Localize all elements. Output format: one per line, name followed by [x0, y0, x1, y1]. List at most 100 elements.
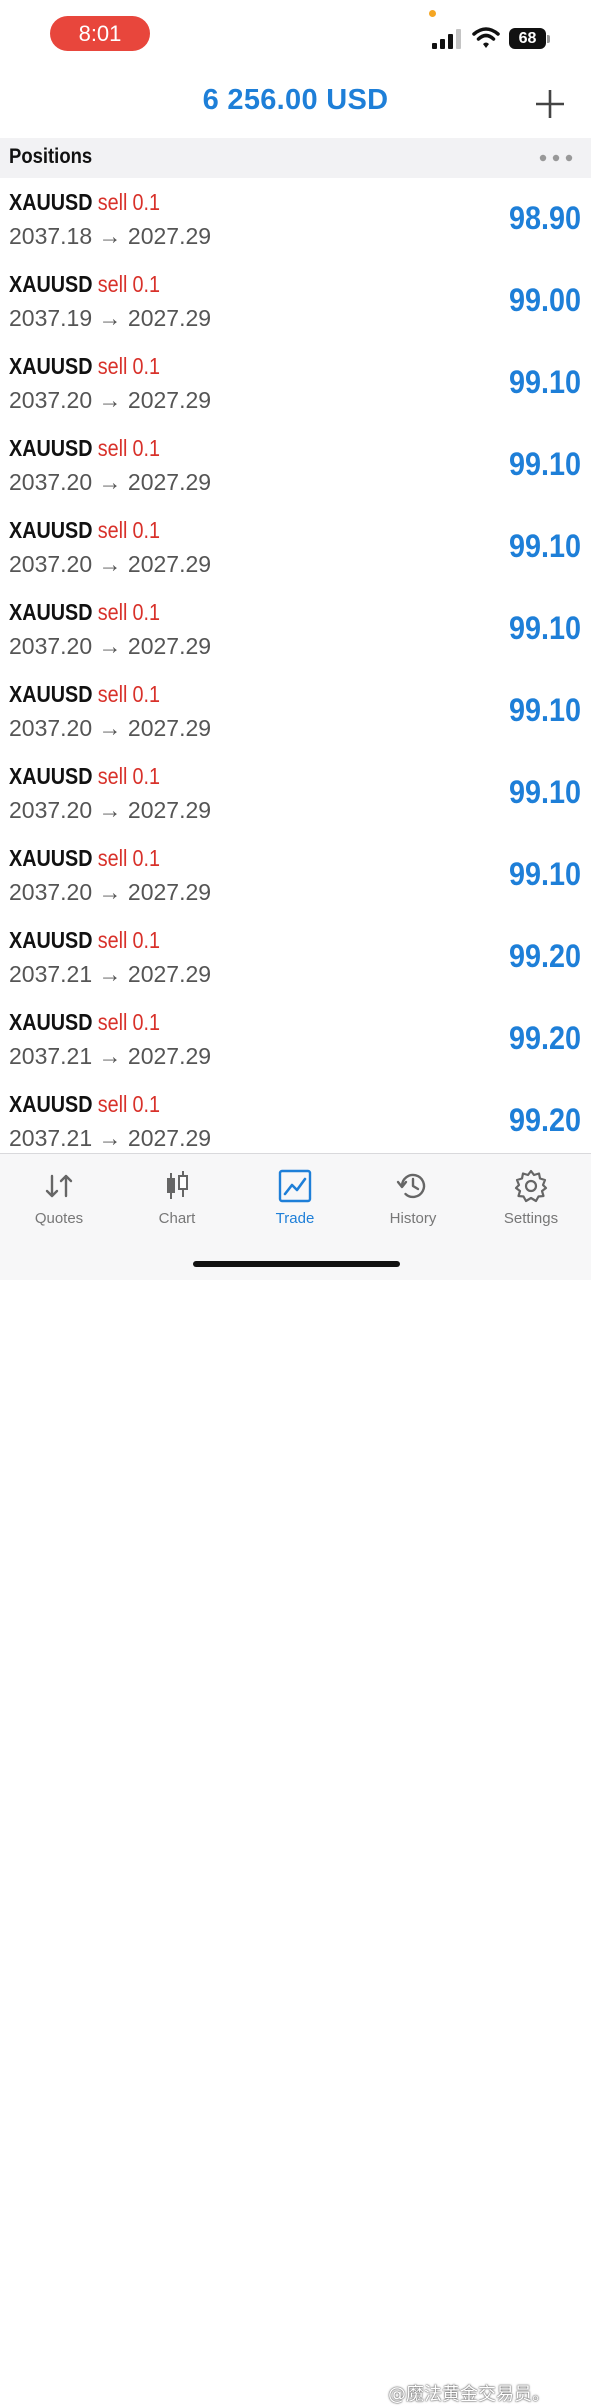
history-icon — [396, 1173, 426, 1199]
position-row[interactable]: XAUUSD sell 0.1 2037.20 → 2027.29 99.10 — [0, 342, 591, 424]
tab-label: Settings — [503, 1210, 559, 1227]
position-row[interactable]: XAUUSD sell 0.1 2037.21 → 2027.29 99.20 — [0, 916, 591, 998]
status-time: 8:01 — [50, 16, 150, 51]
signal-icon — [432, 29, 461, 49]
position-prices: 2037.20 → 2027.29 — [9, 551, 212, 577]
more-icon[interactable] — [537, 152, 575, 164]
position-title: XAUUSD sell 0.1 — [9, 189, 160, 216]
position-side: sell — [97, 189, 128, 215]
position-side: sell — [97, 435, 128, 461]
account-balance: 6 256.00 USD — [202, 84, 389, 116]
position-side: sell — [97, 763, 128, 789]
position-profit: 99.20 — [508, 938, 581, 974]
position-title: XAUUSD sell 0.1 — [9, 927, 160, 954]
position-side: sell — [97, 681, 128, 707]
chart-icon — [167, 1171, 188, 1199]
position-prices: 2037.20 → 2027.29 — [9, 469, 212, 495]
position-side: sell — [97, 927, 128, 953]
battery-level: 68 — [509, 28, 546, 49]
position-volume: 0.1 — [132, 845, 161, 871]
trade-icon — [278, 1169, 312, 1203]
position-profit: 99.20 — [508, 1020, 581, 1056]
position-volume: 0.1 — [132, 435, 161, 461]
position-prices: 2037.20 → 2027.29 — [9, 633, 212, 659]
position-volume: 0.1 — [132, 763, 161, 789]
position-side: sell — [97, 1091, 128, 1117]
position-row[interactable]: XAUUSD sell 0.1 2037.21 → 2027.29 99.20 — [0, 998, 591, 1080]
position-symbol: XAUUSD — [9, 763, 93, 789]
position-row[interactable]: XAUUSD sell 0.1 2037.20 → 2027.29 99.10 — [0, 834, 591, 916]
position-symbol: XAUUSD — [9, 1091, 93, 1117]
position-volume: 0.1 — [132, 681, 161, 707]
position-side: sell — [97, 599, 128, 625]
position-symbol: XAUUSD — [9, 845, 93, 871]
position-row[interactable]: XAUUSD sell 0.1 2037.20 → 2027.29 99.10 — [0, 424, 591, 506]
position-profit: 99.10 — [508, 364, 581, 400]
position-row[interactable]: XAUUSD sell 0.1 2037.19 → 2027.29 99.00 — [0, 260, 591, 342]
position-profit: 99.10 — [508, 446, 581, 482]
tab-history[interactable]: History — [354, 1154, 472, 1244]
position-profit: 99.10 — [508, 774, 581, 810]
position-prices: 2037.20 → 2027.29 — [9, 387, 212, 413]
position-row[interactable]: XAUUSD sell 0.1 2037.20 → 2027.29 99.10 — [0, 506, 591, 588]
position-row[interactable]: XAUUSD sell 0.1 2037.20 → 2027.29 99.10 — [0, 752, 591, 834]
position-title: XAUUSD sell 0.1 — [9, 271, 160, 298]
tab-chart[interactable]: Chart — [118, 1154, 236, 1244]
position-symbol: XAUUSD — [9, 1009, 93, 1035]
position-prices: 2037.21 → 2027.29 — [9, 1043, 212, 1069]
position-prices: 2037.21 → 2027.29 — [9, 1125, 212, 1151]
account-header: 6 256.00 USD — [0, 70, 591, 136]
position-profit: 99.10 — [508, 692, 581, 728]
position-profit: 99.20 — [508, 1102, 581, 1138]
plus-icon[interactable] — [530, 84, 570, 124]
position-side: sell — [97, 271, 128, 297]
position-volume: 0.1 — [132, 271, 161, 297]
position-title: XAUUSD sell 0.1 — [9, 1091, 160, 1118]
position-row[interactable]: XAUUSD sell 0.1 2037.20 → 2027.29 99.10 — [0, 670, 591, 752]
position-volume: 0.1 — [132, 927, 161, 953]
privacy-indicator-dot — [429, 10, 436, 17]
position-row[interactable]: XAUUSD sell 0.1 2037.21 → 2027.29 99.20 — [0, 1080, 591, 1162]
watermark: @魔法黄金交易员。 — [388, 2384, 550, 2405]
position-profit: 99.00 — [508, 282, 581, 318]
home-indicator[interactable] — [193, 1261, 400, 1267]
position-prices: 2037.19 → 2027.29 — [9, 305, 212, 331]
position-prices: 2037.20 → 2027.29 — [9, 797, 212, 823]
position-symbol: XAUUSD — [9, 353, 93, 379]
position-title: XAUUSD sell 0.1 — [9, 681, 160, 708]
position-title: XAUUSD sell 0.1 — [9, 517, 160, 544]
section-title: Positions — [9, 145, 93, 168]
position-symbol: XAUUSD — [9, 681, 93, 707]
position-symbol: XAUUSD — [9, 517, 93, 543]
tab-label: Quotes — [34, 1210, 84, 1227]
tab-label: History — [389, 1210, 437, 1227]
tab-trade[interactable]: Trade — [236, 1154, 354, 1244]
position-title: XAUUSD sell 0.1 — [9, 845, 160, 872]
tab-label: Chart — [158, 1210, 196, 1227]
position-prices: 2037.21 → 2027.29 — [9, 961, 212, 987]
position-title: XAUUSD sell 0.1 — [9, 435, 160, 462]
position-volume: 0.1 — [132, 1091, 161, 1117]
position-title: XAUUSD sell 0.1 — [9, 1009, 160, 1036]
position-profit: 99.10 — [508, 610, 581, 646]
battery-icon: 68 — [509, 28, 551, 49]
position-side: sell — [97, 845, 128, 871]
tab-quotes[interactable]: Quotes — [0, 1154, 118, 1244]
position-volume: 0.1 — [132, 517, 161, 543]
tab-label: Trade — [275, 1210, 315, 1227]
position-row[interactable]: XAUUSD sell 0.1 2037.20 → 2027.29 99.10 — [0, 588, 591, 670]
wifi-icon — [472, 27, 500, 48]
position-prices: 2037.18 → 2027.29 — [9, 223, 212, 249]
tab-settings[interactable]: Settings — [472, 1154, 590, 1244]
position-title: XAUUSD sell 0.1 — [9, 353, 160, 380]
position-row[interactable]: XAUUSD sell 0.1 2037.18 → 2027.29 98.90 — [0, 178, 591, 260]
position-volume: 0.1 — [132, 1009, 161, 1035]
positions-list: XAUUSD sell 0.1 2037.18 → 2027.29 98.90 XAUUS… — [0, 178, 591, 1162]
position-volume: 0.1 — [132, 189, 161, 215]
position-side: sell — [97, 1009, 128, 1035]
position-title: XAUUSD sell 0.1 — [9, 763, 160, 790]
battery-cap — [547, 35, 550, 43]
position-symbol: XAUUSD — [9, 599, 93, 625]
position-profit: 98.90 — [508, 200, 581, 236]
position-volume: 0.1 — [132, 353, 161, 379]
